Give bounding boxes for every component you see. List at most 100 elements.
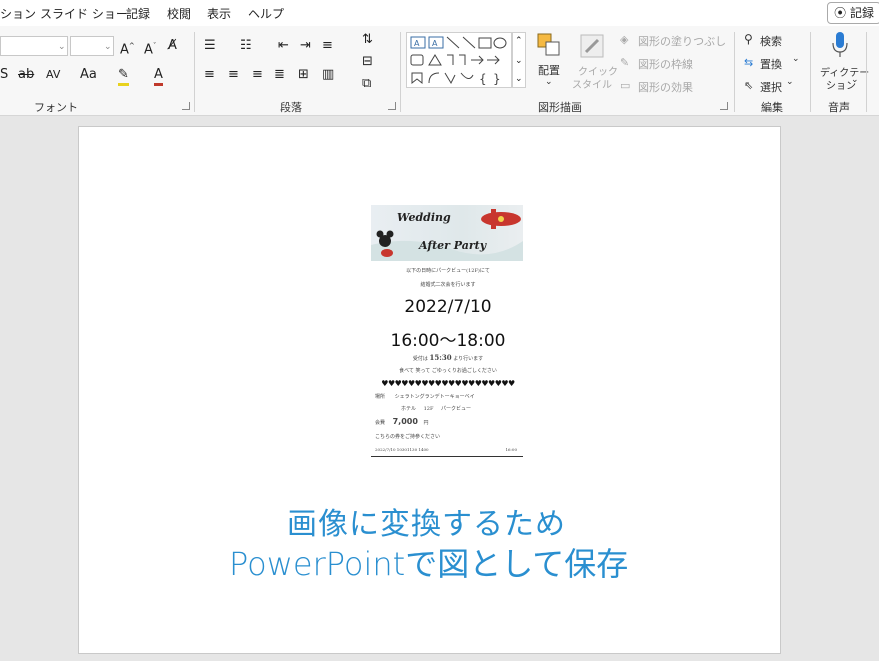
record-icon: ⦿	[834, 6, 847, 20]
menu-slideshow[interactable]: スライド ショー	[40, 5, 128, 22]
venue-floor-line: ホテル 12F パークビュー	[401, 405, 471, 412]
divider	[866, 32, 867, 112]
columns-icon[interactable]: ▥	[322, 67, 334, 83]
svg-text:A: A	[432, 39, 438, 48]
replace-icon: ⇆	[744, 56, 754, 69]
divider	[810, 32, 811, 112]
menu-animation[interactable]: ション	[0, 5, 36, 22]
menu-review[interactable]: 校閲	[167, 5, 191, 22]
replace-label: 置換	[760, 58, 782, 71]
shapes-gallery-scroll[interactable]: ⌃ ⌄ ⌄	[512, 32, 526, 88]
menu-help[interactable]: ヘルプ	[248, 5, 284, 22]
voice-group-label: 音声	[828, 101, 850, 114]
quick-style-label-line2: スタイル	[572, 80, 612, 91]
shape-outline-label: 図形の枠線	[638, 58, 693, 71]
bullets-icon[interactable]: ☰	[204, 38, 216, 54]
drawing-dialog-launcher-icon[interactable]	[720, 102, 728, 110]
slide-canvas[interactable]: Wedding After Party 以下の日時にパークビュー(12F)にて …	[0, 116, 879, 661]
footer-right: 16:00	[505, 447, 517, 452]
decrease-indent-icon[interactable]: ⇤	[278, 38, 289, 54]
arrange-icon	[537, 33, 560, 56]
slide[interactable]: Wedding After Party 以下の日時にパークビュー(12F)にて …	[78, 126, 781, 654]
event-date: 2022/7/10	[404, 297, 492, 317]
fee-unit: 円	[423, 420, 429, 426]
banner-title-2: After Party	[419, 239, 487, 252]
hearts-divider: ♥♥♥♥♥♥♥♥♥♥♥♥♥♥♥♥♥♥♥♥	[381, 379, 515, 388]
character-spacing-icon[interactable]: AV	[46, 67, 60, 83]
chevron-down-icon: ⌄	[104, 42, 112, 52]
numbering-icon[interactable]: ☷	[240, 38, 252, 54]
quick-style-icon	[580, 34, 604, 58]
effects-icon: ▭	[620, 79, 631, 92]
chevron-down-icon: ⌄	[58, 42, 66, 52]
line-spacing-icon[interactable]: ≡	[322, 38, 333, 54]
decrease-font-size-icon[interactable]: Aˇ	[144, 38, 156, 58]
highlight-icon[interactable]: ✎	[118, 67, 129, 86]
change-case-icon[interactable]: Aa	[80, 67, 97, 83]
divider	[734, 32, 735, 112]
font-color-icon[interactable]: A	[154, 67, 163, 86]
reception-prefix: 受付は	[412, 356, 428, 362]
select-label: 選択	[760, 81, 782, 94]
arrange-label: 配置	[538, 64, 560, 77]
svg-text:A: A	[414, 39, 420, 48]
font-dialog-launcher-icon[interactable]	[182, 102, 190, 110]
microphone-icon	[832, 32, 848, 57]
increase-font-size-icon[interactable]: A^	[120, 38, 135, 58]
strikethrough-icon[interactable]: ab	[18, 67, 34, 83]
shapes-gallery-icons: A A { }	[410, 36, 507, 86]
pencil-icon: ✎	[620, 56, 630, 69]
fee-amount: 7,000	[392, 417, 418, 426]
shapes-gallery[interactable]: A A { }	[406, 32, 512, 88]
shape-effects-label: 図形の効果	[638, 81, 693, 94]
venue-name: シェラトングランデトーキョーベイ	[394, 394, 475, 400]
divider	[194, 32, 195, 112]
increase-indent-icon[interactable]: ⇥	[300, 38, 311, 54]
handwritten-note: 画像に変換するため PowerPointで図として保存	[229, 499, 639, 589]
chevron-down-icon: ⌄	[545, 77, 553, 87]
chevron-down-icon: ⌄	[786, 77, 794, 87]
enjoy-line: 食べて 笑って ごゆっくりお過ごしください	[399, 368, 497, 374]
shadow-icon[interactable]: S	[0, 67, 8, 83]
cursor-icon: ⇖	[744, 79, 754, 92]
menu-record[interactable]: 記録	[126, 5, 150, 22]
find-label: 検索	[760, 35, 782, 48]
drawing-group-label: 図形描画	[538, 101, 582, 114]
record-button[interactable]: ⦿ 記録	[827, 2, 879, 24]
editing-group-label: 編集	[761, 101, 783, 114]
paragraph-dialog-launcher-icon[interactable]	[388, 102, 396, 110]
clear-formatting-icon[interactable]: A̸	[168, 38, 177, 54]
ribbon: ⌄ ⌄ A^ Aˇ A̸ S ab AV Aa ✎ A フォント ☰ ☷ ⇤ ⇥…	[0, 26, 879, 116]
reception-line: 受付は 15:30 より行います	[371, 353, 525, 362]
svg-text:{: {	[479, 72, 487, 86]
paragraph-group-label: 段落	[280, 101, 302, 114]
venue-label: 場所	[375, 394, 386, 400]
chevron-down-icon: ⌄	[851, 75, 859, 85]
text-direction-icon[interactable]: ⇅	[362, 32, 373, 48]
ticket-footer: 2022/7/10 10301130 1400 16:00	[371, 446, 523, 457]
convert-smartart-icon[interactable]: ⧉	[362, 76, 371, 92]
handwritten-line-2: PowerPointで図として保存	[229, 545, 629, 583]
venue-floor: 12F	[423, 406, 434, 412]
align-text-icon[interactable]: ⊟	[362, 54, 373, 70]
ticket-image[interactable]: Wedding After Party 以下の日時にパークビュー(12F)にて …	[371, 205, 525, 457]
align-left-icon[interactable]: ≡	[204, 67, 215, 83]
justify-icon[interactable]: ≣	[274, 67, 285, 83]
align-right-icon[interactable]: ≡	[252, 67, 263, 83]
divider	[400, 32, 401, 112]
menu-view[interactable]: 表示	[207, 5, 231, 22]
align-center-icon[interactable]: ≡	[228, 67, 239, 83]
fee-line: 会費 7,000 円	[375, 417, 429, 426]
intro-line-2: 結婚式二次会を行います	[420, 282, 476, 288]
svg-text:}: }	[493, 72, 501, 86]
handwritten-line-1: 画像に変換するため	[287, 507, 566, 542]
distributed-icon[interactable]: ⊞	[298, 67, 309, 83]
chevron-up-icon: ⌃	[515, 36, 523, 46]
record-button-label: 記録	[849, 6, 874, 20]
wedding-banner: Wedding After Party	[371, 205, 523, 261]
chevron-down-icon: ⌄	[792, 54, 800, 64]
banner-title-1: Wedding	[397, 211, 451, 224]
shape-fill-label: 図形の塗りつぶし	[638, 35, 727, 48]
venue-floor-prefix: ホテル	[401, 406, 417, 412]
event-time: 16:00〜18:00	[390, 331, 506, 351]
